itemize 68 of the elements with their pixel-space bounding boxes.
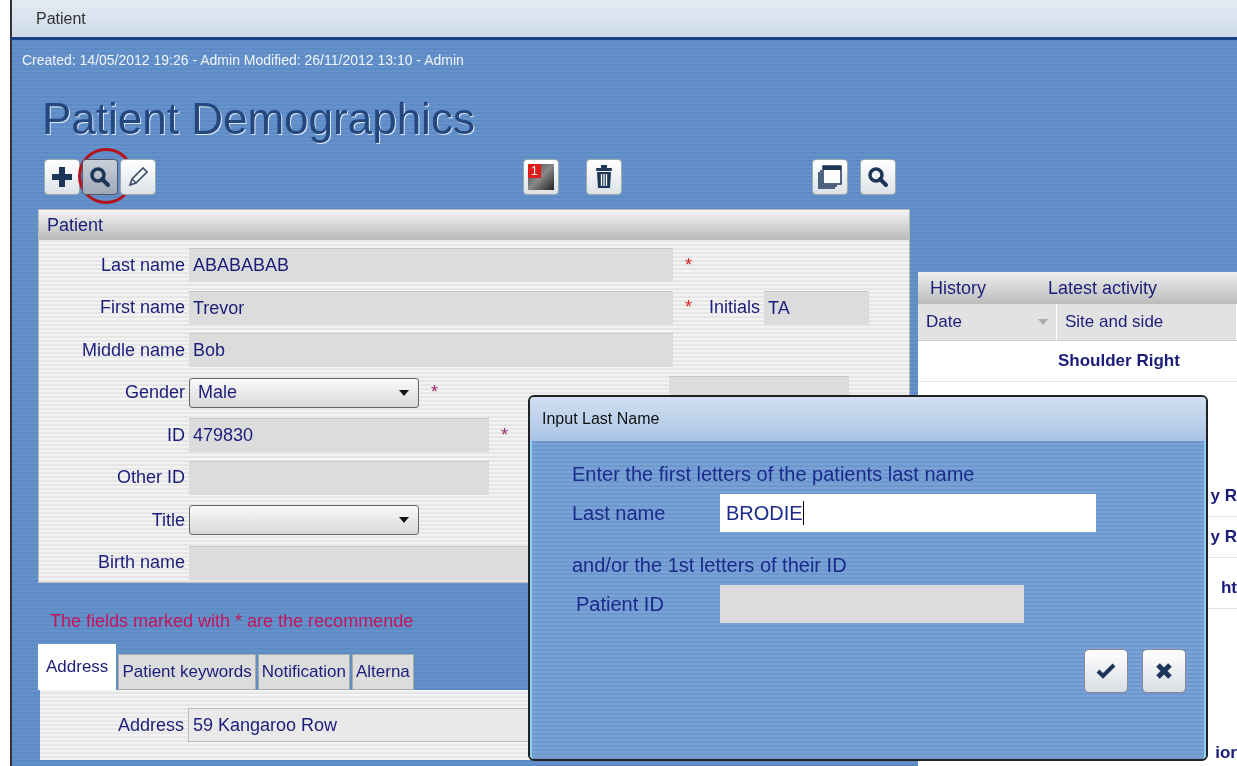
field-label: Gender xyxy=(123,382,186,404)
field-label: Other ID xyxy=(115,467,186,489)
required-marker: * xyxy=(685,254,693,276)
table-cell: ior xyxy=(1215,743,1237,763)
window-icon xyxy=(817,164,843,190)
sort-icon xyxy=(1038,319,1048,325)
field-label: Patient ID xyxy=(575,592,665,616)
search-button[interactable] xyxy=(82,159,118,195)
photos-button[interactable]: 1 xyxy=(523,159,559,195)
close-icon xyxy=(1155,662,1173,680)
record-info: Created: 14/05/2012 19:26 - Admin Modified: 26/11/2012 13:10 - Admin xyxy=(22,51,465,68)
field-label: Middle name xyxy=(80,339,186,361)
input-field[interactable]: BRODIE xyxy=(720,494,1096,532)
checkmark-icon xyxy=(1096,663,1116,679)
field-label: Title xyxy=(150,509,186,531)
tab[interactable]: Patient keywords xyxy=(118,654,256,690)
search-button[interactable] xyxy=(860,159,896,195)
caret-icon xyxy=(398,516,410,525)
dropdown[interactable]: Male xyxy=(189,377,419,408)
field-label: Last name xyxy=(572,501,667,525)
search-icon xyxy=(867,166,889,188)
input-field[interactable]: 479830 xyxy=(189,418,489,453)
cancel-button[interactable] xyxy=(1142,649,1186,693)
required-marker: * xyxy=(501,424,509,446)
trash-icon xyxy=(594,165,614,189)
field-label: Initials xyxy=(709,297,762,319)
dialog-prompt: and/or the 1st letters of their ID xyxy=(572,554,848,577)
input-field[interactable] xyxy=(189,460,489,495)
input-field[interactable]: ABABABAB xyxy=(189,248,673,283)
field-label: Address xyxy=(116,714,185,736)
window-title: Patient xyxy=(36,9,86,28)
required-marker: * xyxy=(685,297,693,319)
input-field[interactable]: Trevor xyxy=(189,290,673,325)
required-fields-note: The fields marked with * are the recommende xyxy=(50,611,415,632)
caret-icon xyxy=(398,388,410,397)
panel-title: Patient xyxy=(47,214,104,236)
tab[interactable]: Alterna xyxy=(351,654,414,690)
plus-icon xyxy=(51,166,73,188)
field-label: ID xyxy=(166,424,186,446)
page-heading: Patient Demographics xyxy=(42,94,476,144)
history-subtitle: Latest activity xyxy=(1048,277,1158,299)
column-header[interactable]: Site and side xyxy=(1057,304,1237,340)
field-label: Birth name xyxy=(96,552,186,574)
pencil-icon xyxy=(126,165,150,189)
tab[interactable]: Address xyxy=(38,644,117,690)
add-button[interactable] xyxy=(44,159,80,195)
field-label: First name xyxy=(98,297,186,319)
table-cell: ht xyxy=(1220,578,1237,598)
dropdown[interactable] xyxy=(189,505,419,536)
dialog-prompt: Enter the first letters of the patients last name xyxy=(572,463,976,486)
table-cell: Shoulder Right xyxy=(1058,351,1180,371)
table-cell: y R xyxy=(1210,486,1237,506)
required-marker: * xyxy=(431,382,439,404)
edit-button[interactable] xyxy=(120,159,156,195)
search-icon xyxy=(89,166,111,188)
column-header[interactable]: Date xyxy=(918,304,1057,340)
delete-button[interactable] xyxy=(586,159,622,195)
input-field[interactable]: TA xyxy=(764,290,870,325)
input-field[interactable] xyxy=(720,585,1024,623)
field-label: Last name xyxy=(99,254,186,276)
ok-button[interactable] xyxy=(1084,649,1128,693)
dialog-title: Input Last Name xyxy=(542,410,660,428)
count-badge: 1 xyxy=(528,164,541,178)
input-field[interactable]: Bob xyxy=(189,333,673,368)
history-title: History xyxy=(930,277,986,299)
tab[interactable]: Notification xyxy=(257,654,350,690)
table-cell: y R xyxy=(1210,527,1237,547)
window-button[interactable] xyxy=(812,159,848,195)
